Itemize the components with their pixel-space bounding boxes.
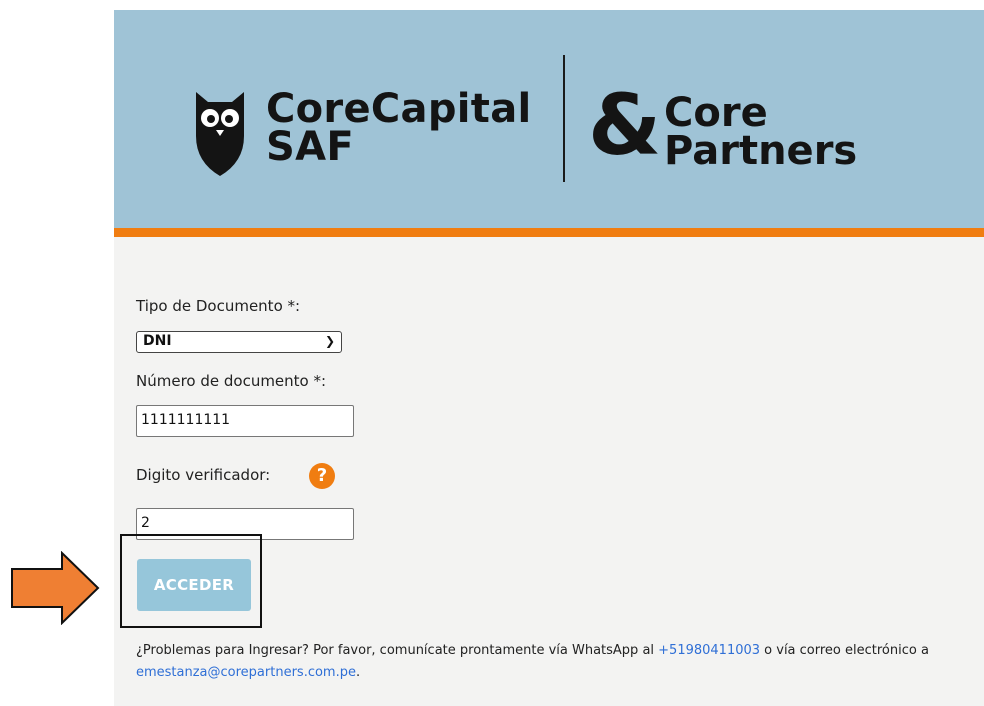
- doc-type-select[interactable]: DNI ❯: [136, 331, 342, 353]
- acceder-button[interactable]: ACCEDER: [137, 559, 251, 611]
- doc-type-selected: DNI: [143, 333, 172, 349]
- doc-number-input[interactable]: 1111111111: [136, 405, 354, 437]
- support-text-3: .: [355, 665, 361, 680]
- whatsapp-phone-link[interactable]: +51980411003: [658, 643, 760, 658]
- corepartners-logo: & Core Partners: [588, 80, 888, 182]
- support-message: ¿Problemas para Ingresar? Por favor, com…: [136, 640, 956, 684]
- check-digit-label: Digito verificador:: [136, 466, 271, 484]
- header-banner: CoreCapital SAF & Core Partners: [114, 10, 984, 228]
- header-divider: [563, 55, 565, 182]
- question-icon[interactable]: ?: [309, 463, 335, 489]
- doc-number-label: Número de documento *:: [136, 372, 327, 390]
- arrow-right-icon: [11, 551, 100, 625]
- screen: CoreCapital SAF & Core Partners Tipo de …: [0, 0, 984, 706]
- partner-line-1: Core: [664, 90, 768, 136]
- corecapital-logo: CoreCapital SAF: [192, 88, 532, 178]
- ampersand-logo: &: [588, 76, 662, 174]
- chevron-down-icon: ❯: [324, 334, 335, 348]
- doc-type-label: Tipo de Documento *:: [136, 297, 301, 315]
- support-email-link[interactable]: emestanza@corepartners.com.pe: [136, 665, 356, 680]
- login-card: CoreCapital SAF & Core Partners Tipo de …: [114, 10, 984, 706]
- owl-icon: [196, 92, 244, 176]
- partner-line-2: Partners: [664, 128, 858, 174]
- brand-line-2: SAF: [266, 124, 354, 170]
- partner-name: Core Partners: [664, 90, 858, 174]
- header-accent-bar: [114, 228, 984, 237]
- brand-line-1: CoreCapital: [266, 86, 532, 132]
- support-text-1: ¿Problemas para Ingresar? Por favor, com…: [136, 643, 659, 658]
- support-text-2: o vía correo electrónico a: [760, 643, 929, 658]
- brand-name: CoreCapital SAF: [266, 86, 532, 170]
